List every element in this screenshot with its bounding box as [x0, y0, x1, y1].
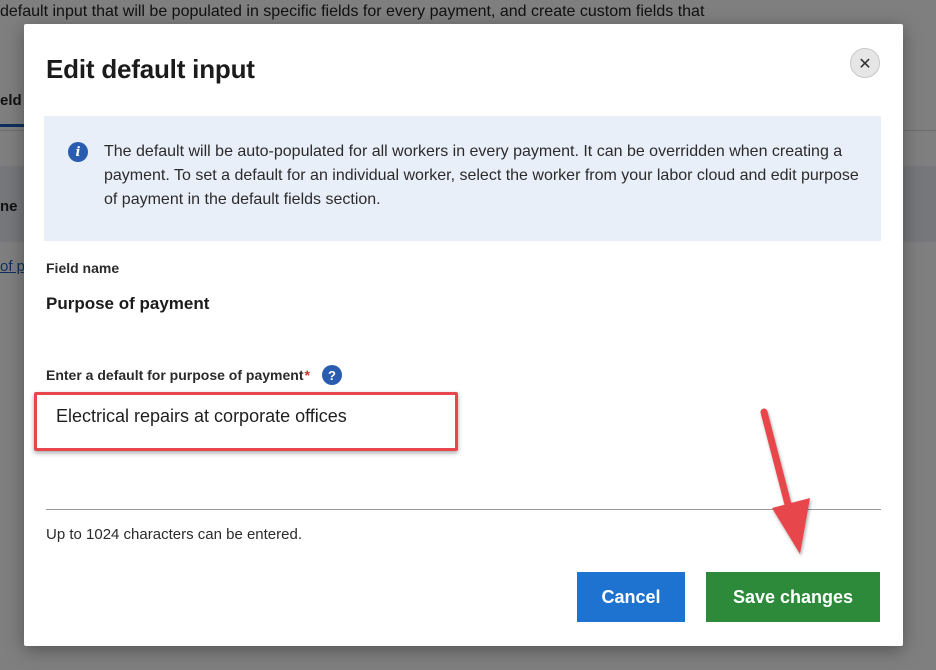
annotation-arrow [760, 408, 810, 554]
character-limit-hint: Up to 1024 characters can be entered. [46, 526, 302, 543]
info-banner: i The default will be auto-populated for… [44, 116, 881, 241]
field-name-value: Purpose of payment [46, 294, 210, 313]
edit-default-input-dialog: Edit default input ✕ i The default will … [24, 24, 903, 646]
close-icon[interactable]: ✕ [850, 48, 880, 78]
save-changes-button[interactable]: Save changes [706, 572, 880, 622]
info-banner-text: The default will be auto-populated for a… [104, 143, 859, 208]
dialog-title: Edit default input [46, 54, 255, 84]
field-name-label: Field name [46, 260, 120, 276]
required-marker: * [304, 367, 310, 383]
default-input-label-text: Enter a default for purpose of payment [46, 367, 304, 383]
default-input-label: Enter a default for purpose of payment * … [46, 365, 342, 385]
info-icon: i [68, 142, 88, 162]
cancel-button[interactable]: Cancel [577, 572, 685, 622]
question-icon[interactable]: ? [321, 365, 342, 385]
